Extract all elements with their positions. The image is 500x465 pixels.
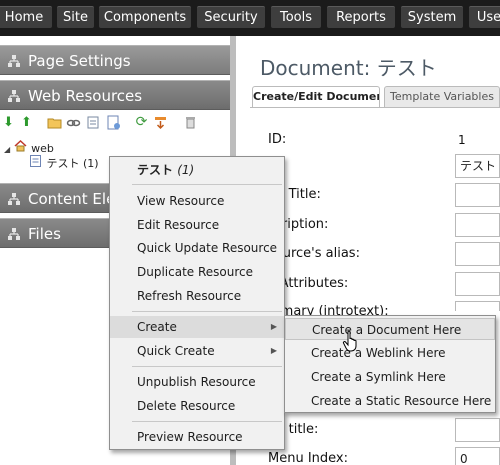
sitemap-icon	[8, 228, 20, 240]
arrow-up-icon[interactable]: ⬆	[19, 115, 34, 130]
arrow-down-icon[interactable]: ⬇	[1, 115, 16, 130]
create-submenu: Create a Document Here Create a Weblink …	[284, 315, 496, 413]
description-input[interactable]	[455, 213, 500, 237]
summary-textarea[interactable]	[455, 301, 500, 311]
accordion-label: Files	[28, 225, 61, 243]
tree-node-label: テスト	[46, 157, 80, 170]
topnav-components[interactable]: Components	[99, 6, 191, 28]
long-title-input[interactable]	[455, 183, 500, 207]
menu-unpublish-resource[interactable]: Unpublish Resource	[110, 371, 284, 393]
topnav-system[interactable]: System	[401, 6, 463, 28]
resource-context-menu: テスト (1) View Resource Edit Resource Quic…	[109, 156, 285, 450]
tab-create-edit-document[interactable]: Create/Edit Document	[252, 86, 380, 107]
topnav-site[interactable]: Site	[57, 6, 94, 28]
home-icon	[14, 139, 28, 156]
tab-divider	[250, 107, 500, 108]
menu-index-input[interactable]: 0	[455, 447, 500, 465]
hand-cursor-icon	[342, 330, 357, 352]
topnav-home[interactable]: Home	[0, 6, 52, 28]
topnav-security[interactable]: Security	[197, 6, 265, 28]
accordion-label: Web Resources	[28, 87, 143, 105]
title-prefix: Document:	[260, 56, 371, 80]
tab-template-variables[interactable]: Template Variables	[384, 86, 500, 107]
title-name: テスト	[376, 56, 437, 80]
menu-separator	[132, 311, 282, 312]
submenu-arrow-icon: ▶	[270, 346, 277, 355]
menu-separator	[132, 184, 282, 185]
menu-create-weblink[interactable]: Create a Weblink Here	[285, 342, 495, 364]
context-menu-header: テスト (1)	[110, 157, 284, 183]
trash-icon[interactable]	[183, 115, 198, 130]
sort-icon[interactable]	[153, 115, 168, 130]
collapse-arrow-icon[interactable]: ◢	[4, 145, 10, 154]
menu-separator	[132, 366, 282, 367]
new-document-icon[interactable]	[106, 115, 121, 130]
topnav-user[interactable]: Use	[469, 6, 500, 28]
menu-create[interactable]: Create ▶	[110, 316, 284, 338]
tree-node-label: web	[31, 142, 54, 155]
tree-node-test[interactable]: テスト (1)	[30, 155, 99, 171]
menu-preview-resource[interactable]: Preview Resource	[110, 426, 284, 448]
menu-duplicate-resource[interactable]: Duplicate Resource	[110, 261, 284, 283]
topnav-tools[interactable]: Tools	[271, 6, 321, 28]
sitemap-icon	[8, 90, 20, 102]
tree-node-count: (1)	[83, 157, 99, 170]
menu-quick-create-label: Quick Create	[137, 344, 215, 358]
link-attributes-input[interactable]	[455, 272, 500, 296]
menu-create-static-resource[interactable]: Create a Static Resource Here	[285, 390, 495, 412]
page-title: Document: テスト	[260, 52, 437, 81]
menu-edit-resource[interactable]: Edit Resource	[110, 214, 284, 236]
refresh-icon[interactable]: ⟳	[134, 115, 149, 130]
menu-separator	[132, 421, 282, 422]
sitemap-icon	[8, 55, 20, 67]
menu-create-label: Create	[137, 320, 177, 334]
accordion-web-resources[interactable]: Web Resources	[0, 80, 230, 110]
topnav-reports[interactable]: Reports	[327, 6, 395, 28]
menu-create-symlink[interactable]: Create a Symlink Here	[285, 366, 495, 388]
submenu-arrow-icon: ▶	[270, 322, 277, 331]
id-label: ID:	[268, 132, 287, 147]
sitemap-icon	[8, 193, 20, 205]
menu-create-document[interactable]: Create a Document Here	[285, 318, 495, 340]
menu-refresh-resource[interactable]: Refresh Resource	[110, 285, 284, 307]
menu-quick-update-resource[interactable]: Quick Update Resource	[110, 237, 284, 259]
menu-view-resource[interactable]: View Resource	[110, 190, 284, 212]
new-folder-icon[interactable]	[47, 115, 62, 130]
context-menu-count: (1)	[177, 163, 195, 177]
accordion-label: Page Settings	[28, 52, 131, 70]
top-menu-bar: Home Site Components Security Tools Repo…	[0, 0, 500, 36]
resource-toolbar: ⬇ ⬆ ⟳	[0, 111, 230, 135]
menu-title-input[interactable]	[455, 418, 500, 442]
context-menu-title: テスト	[137, 163, 174, 177]
id-value: 1	[458, 133, 466, 147]
alias-input[interactable]	[455, 242, 500, 266]
accordion-page-settings[interactable]: Page Settings	[0, 45, 230, 75]
new-weblink-icon[interactable]	[66, 115, 81, 130]
document-icon	[30, 155, 43, 171]
new-symlink-icon[interactable]	[86, 115, 101, 130]
menu-delete-resource[interactable]: Delete Resource	[110, 395, 284, 417]
menu-quick-create[interactable]: Quick Create ▶	[110, 340, 284, 362]
title-input[interactable]: テスト	[455, 154, 500, 178]
menu-index-label: Menu Index:	[268, 451, 348, 465]
